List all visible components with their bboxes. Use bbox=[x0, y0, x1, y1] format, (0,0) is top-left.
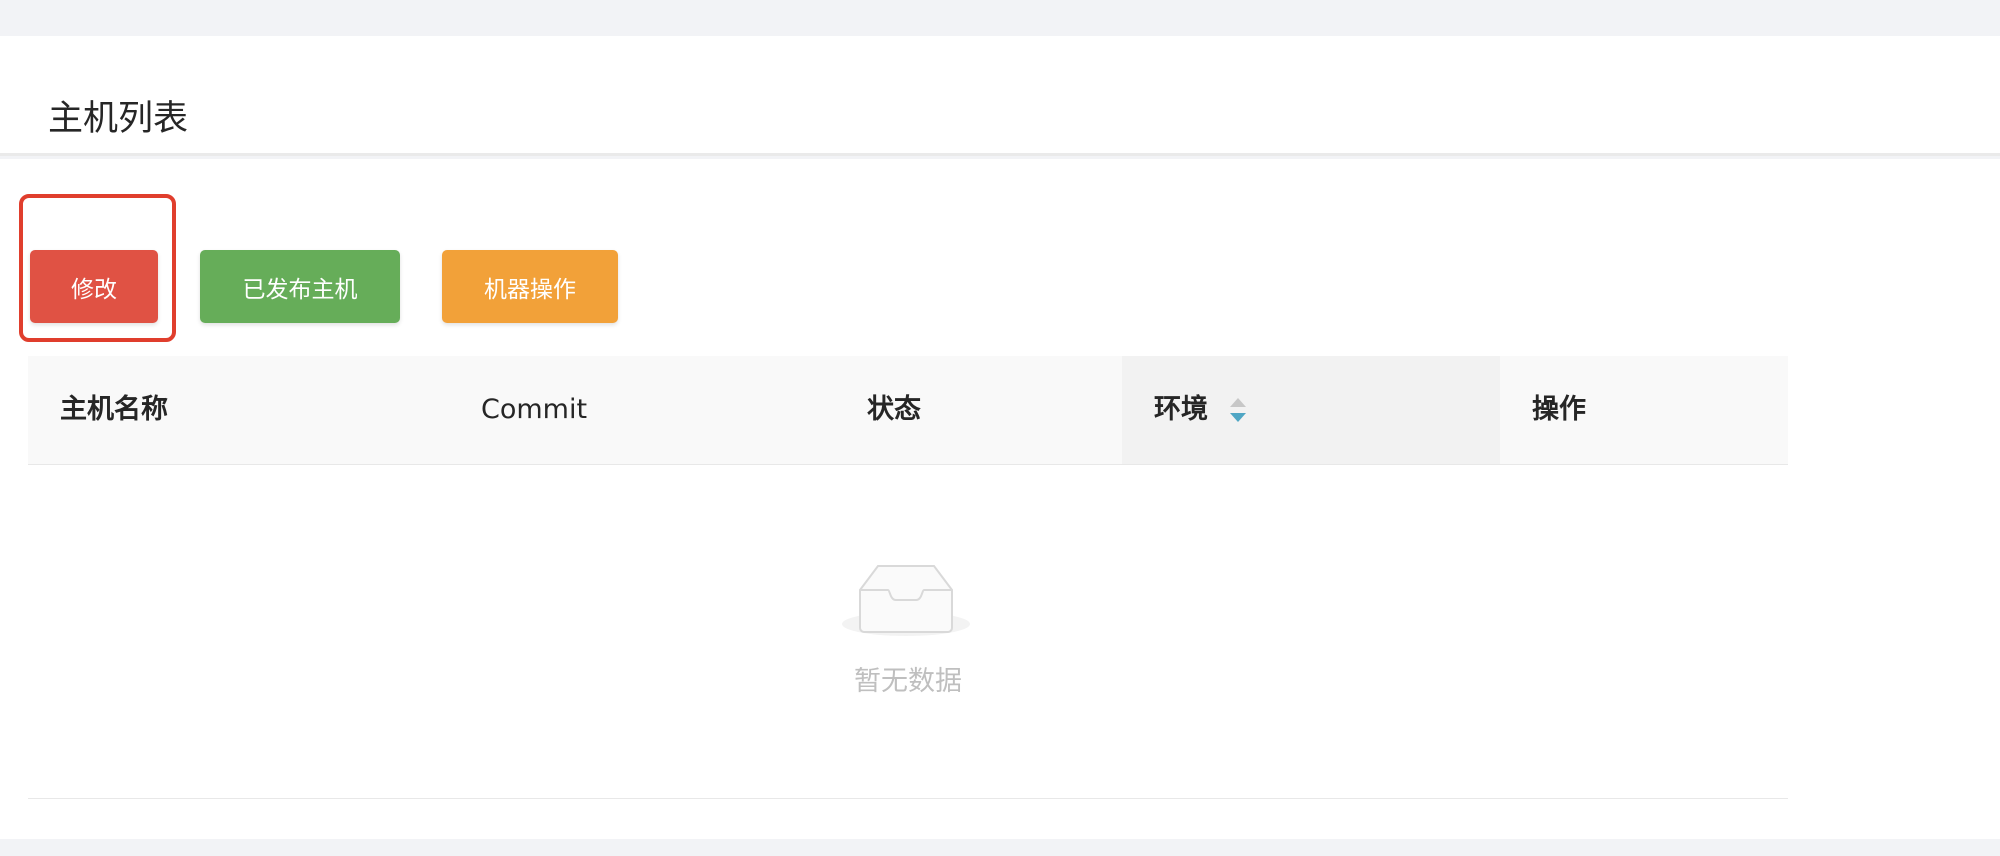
machine-ops-button[interactable]: 机器操作 bbox=[442, 250, 618, 323]
edit-button[interactable]: 修改 bbox=[30, 250, 158, 323]
column-header-actions: 操作 bbox=[1532, 394, 1586, 425]
column-header-status: 状态 bbox=[867, 394, 921, 425]
table-header: 主机名称 Commit 状态 环境 操作 bbox=[28, 356, 1788, 465]
empty-inbox-icon bbox=[842, 565, 970, 636]
published-hosts-button[interactable]: 已发布主机 bbox=[200, 250, 400, 323]
table-divider bbox=[28, 798, 1788, 799]
content-card: 修改 已发布主机 机器操作 主机名称 Commit 状态 环境 操作 暂无数据 bbox=[0, 159, 2000, 839]
empty-state-text: 暂无数据 bbox=[854, 666, 962, 697]
page-title: 主机列表 bbox=[48, 99, 189, 140]
column-header-host-name: 主机名称 bbox=[60, 394, 168, 425]
column-header-commit: Commit bbox=[481, 394, 588, 425]
column-header-env[interactable]: 环境 bbox=[1154, 356, 1208, 464]
sort-caret-icon[interactable] bbox=[1228, 396, 1248, 424]
host-table: 主机名称 Commit 状态 环境 操作 暂无数据 bbox=[28, 356, 1788, 799]
page-header: 主机列表 bbox=[0, 36, 2000, 156]
